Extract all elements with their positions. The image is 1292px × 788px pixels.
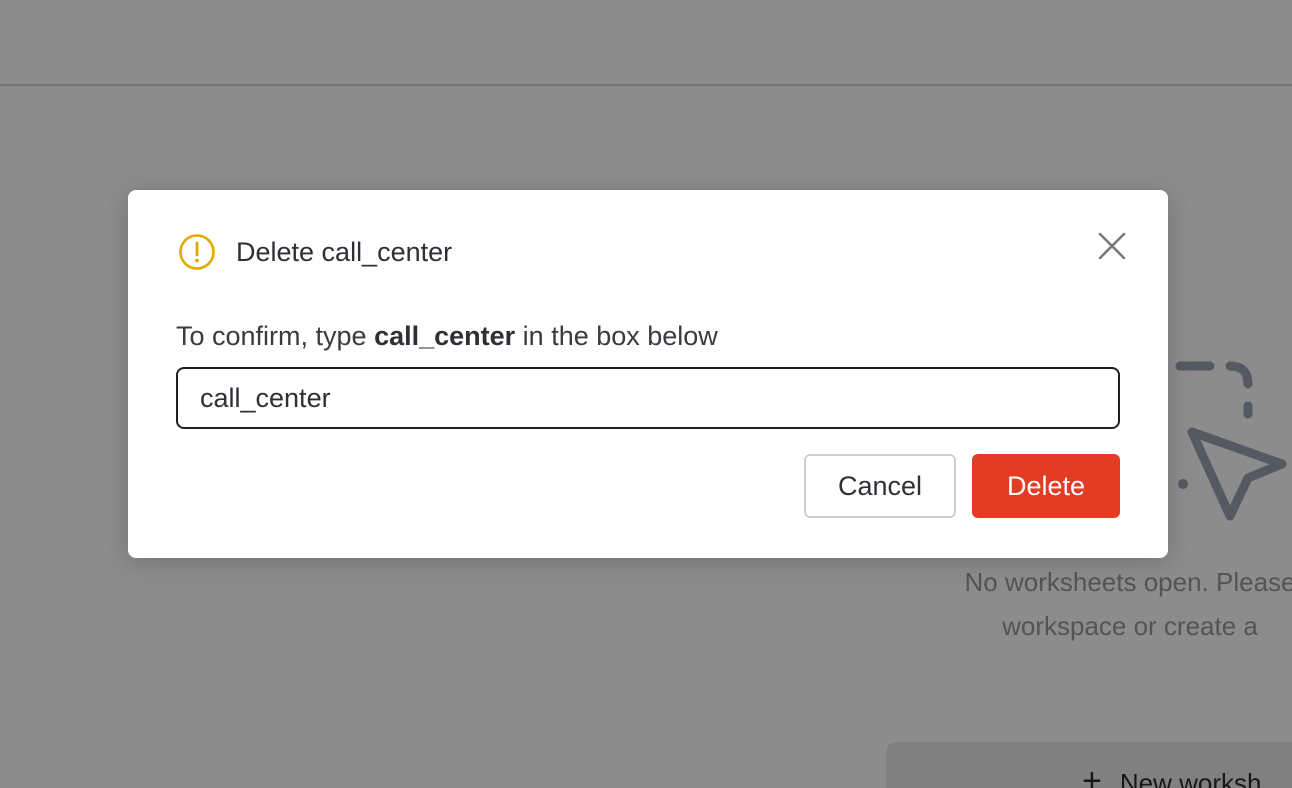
cancel-button[interactable]: Cancel	[804, 454, 956, 518]
confirm-name: call_center	[374, 321, 516, 351]
confirm-prefix: To confirm, type	[176, 321, 375, 351]
dialog-title: Delete call_center	[236, 237, 453, 267]
confirm-name-input[interactable]	[176, 367, 1120, 429]
delete-button[interactable]: Delete	[972, 454, 1120, 518]
close-icon[interactable]	[1092, 226, 1132, 266]
warning-circle-icon	[179, 234, 215, 270]
confirm-suffix: in the box below	[515, 321, 718, 351]
confirm-instruction: To confirm, type call_center in the box …	[176, 318, 718, 354]
delete-dialog: Delete call_center To confirm, type call…	[128, 190, 1168, 558]
app-page: No worksheets open. Please workspace or …	[0, 0, 1292, 788]
